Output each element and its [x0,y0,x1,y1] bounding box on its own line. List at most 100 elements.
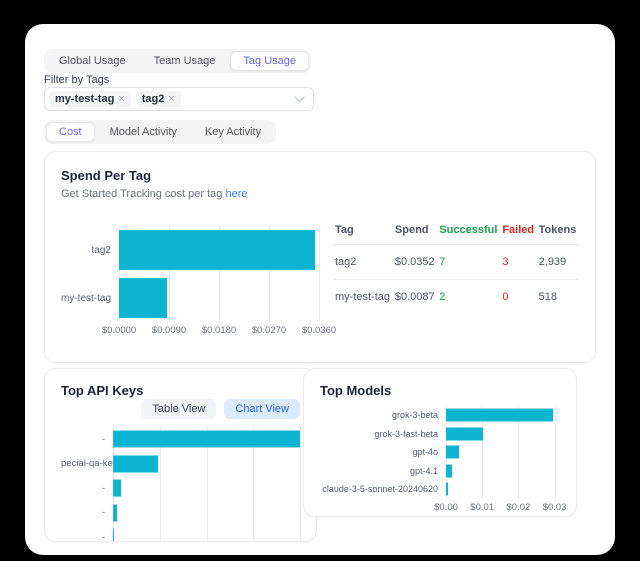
bar-- [113,431,300,448]
plot-area [113,427,300,452]
x-axis-ticks: $0.0000$0.0090$0.0180$0.0270$0.0360 [119,322,319,337]
spend-table: TagSpendSuccessfulFailedTokenstag2$0.035… [333,220,579,314]
col-header-tag: Tag [333,220,393,245]
plot-area [446,480,560,499]
remove-tag-icon[interactable]: × [118,94,124,105]
bar-tag2 [119,230,315,270]
bar-grok-3-fast-beta [446,427,483,440]
spend-per-tag-subtitle: Get Started Tracking cost per tag here [61,188,579,200]
table-header-row: TagSpendSuccessfulFailedTokens [333,220,579,245]
spend-per-tag-body: tag2my-test-tag$0.0000$0.0090$0.0180$0.0… [61,210,579,337]
top-api-keys-title: Top API Keys [61,383,300,398]
spend-table-wrap: TagSpendSuccessfulFailedTokenstag2$0.035… [333,220,579,337]
cell-spend: $0.0352 [393,245,437,280]
chart-row: - [61,427,300,452]
top-models-chart: grok-3-beta grok-3-fast-beta gpt-4o gpt-4.1… [320,406,560,514]
usage-view-tabs: Cost Model Activity Key Activity [44,120,276,144]
x-tick: $0.03 [543,502,567,513]
plot-area [113,525,300,542]
top-models-rows: grok-3-beta grok-3-fast-beta gpt-4o gpt-4.1… [320,406,560,499]
bar-gpt-4.1 [446,464,452,477]
plot-area [446,425,560,444]
top-api-keys-card: Top API Keys Table View Chart View - peci… [44,368,317,542]
y-axis-label: grok-3-fast-beta [320,429,446,439]
y-axis-label: tag2 [61,245,119,256]
table-row: my-test-tag$0.008720518 [333,280,579,315]
cell-tokens: 2,939 [537,245,579,280]
filter-by-tags-label: Filter by Tags [44,74,109,86]
usage-dashboard-window: Global Usage Team Usage Tag Usage Filter… [25,24,615,555]
cell-tag: my-test-tag [333,280,393,315]
plot-area [113,501,300,526]
spend-per-tag-rows: tag2my-test-tag [61,226,319,322]
chart-view-button[interactable]: Chart View [224,399,300,419]
chart-row: - [61,525,300,542]
plot-area [119,226,319,274]
plot-area [113,452,300,477]
cell-failed: 0 [500,280,536,315]
top-api-keys-chart: - pecial-qa-key - - - [61,427,300,542]
cell-successful: 2 [437,280,500,315]
tab-team-usage[interactable]: Team Usage [141,51,229,71]
top-models-title: Top Models [320,383,560,398]
tab-tag-usage[interactable]: Tag Usage [230,51,309,71]
bar-claude-3-5-sonnet-20240620 [446,483,448,496]
tag-chip-label: my-test-tag [55,93,114,105]
spend-per-tag-card: Spend Per Tag Get Started Tracking cost … [44,151,596,363]
chart-row: - [61,501,300,526]
subtitle-text: Get Started Tracking cost per tag [61,188,222,200]
x-tick: $0.0090 [152,325,186,336]
table-row: tag2$0.0352732,939 [333,245,579,280]
tab-global-usage[interactable]: Global Usage [46,51,139,71]
bar-pecial-qa-key [113,455,158,472]
page-background: Global Usage Team Usage Tag Usage Filter… [0,0,640,561]
plot-area [119,274,319,322]
cell-successful: 7 [437,245,500,280]
x-tick: $0.0270 [252,325,286,336]
x-tick: $0.02 [506,502,530,513]
chart-row: - [61,476,300,501]
cell-failed: 3 [500,245,536,280]
chart-row: gpt-4o [320,443,560,462]
x-tick: $0.00 [434,502,458,513]
x-tick: $0.0180 [202,325,236,336]
col-header-tokens: Tokens [537,220,579,245]
here-link[interactable]: here [225,188,247,200]
plot-area [446,462,560,481]
plot-area [446,406,560,425]
col-header-spend: Spend [393,220,437,245]
tag-filter-select[interactable]: my-test-tag × tag2 × [44,87,314,111]
top-api-keys-rows: - pecial-qa-key - - - [61,427,300,542]
y-axis-label: - [61,434,113,445]
gridline [319,226,320,322]
tab-cost[interactable]: Cost [46,122,95,142]
y-axis-label: - [61,532,113,542]
spend-per-tag-title: Spend Per Tag [61,168,579,183]
chart-row: tag2 [61,226,319,274]
tab-model-activity[interactable]: Model Activity [97,122,190,142]
y-axis-label: - [61,483,113,494]
chart-row: grok-3-beta [320,406,560,425]
tab-key-activity[interactable]: Key Activity [192,122,274,142]
x-tick: $0.01 [470,502,494,513]
x-tick: $0.0360 [302,325,336,336]
bar-- [113,480,121,497]
chevron-down-icon[interactable] [294,96,305,103]
remove-tag-icon[interactable]: × [168,94,174,105]
cell-spend: $0.0087 [393,280,437,315]
chart-row: grok-3-fast-beta [320,425,560,444]
plot-area [446,443,560,462]
bar-- [113,529,114,542]
x-axis-ticks: $0.00$0.01$0.02$0.03 [446,499,560,514]
col-header-failed: Failed [500,220,536,245]
tag-chip-tag2: tag2 × [136,91,181,107]
y-axis-label: gpt-4.1 [320,466,446,476]
bar-my-test-tag [119,278,167,318]
y-axis-label: pecial-qa-key [61,458,113,469]
chart-row: gpt-4.1 [320,462,560,481]
bar-- [113,504,117,521]
chart-row: pecial-qa-key [61,452,300,477]
bar-grok-3-beta [446,409,553,422]
cell-tag: tag2 [333,245,393,280]
table-view-button[interactable]: Table View [141,399,216,419]
